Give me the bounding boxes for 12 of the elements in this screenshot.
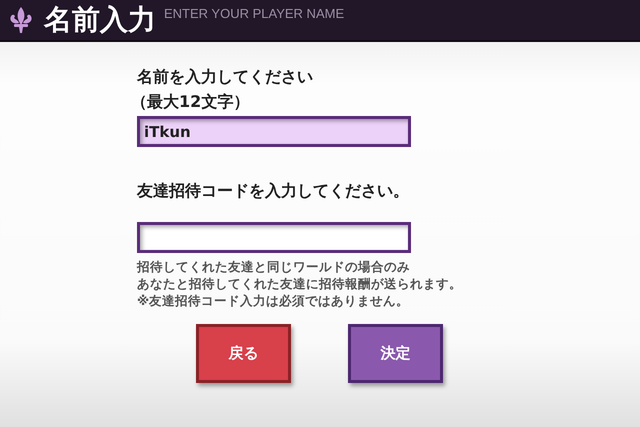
- screen-subtitle: ENTER YOUR PLAYER NAME: [164, 6, 344, 21]
- confirm-button[interactable]: 決定: [348, 324, 443, 383]
- field-label: 友達招待コードを入力してください。: [137, 181, 410, 202]
- note-text: ※友達招待コード入力は必須ではありません。: [137, 292, 410, 309]
- note-text: 招待してくれた友達と同じワールドの場合のみ: [137, 258, 411, 275]
- back-button[interactable]: 戻る: [196, 324, 291, 383]
- field-label: 名前を入力してください: [137, 67, 314, 88]
- code-input-field[interactable]: [137, 222, 411, 253]
- note-text: あなたと招待してくれた友達に招待報酬が送られます。: [137, 275, 463, 292]
- name-input-field[interactable]: iTkun: [137, 116, 411, 147]
- screen-title: 名前入力: [44, 2, 156, 38]
- field-hint: （最大12文字）: [131, 92, 250, 113]
